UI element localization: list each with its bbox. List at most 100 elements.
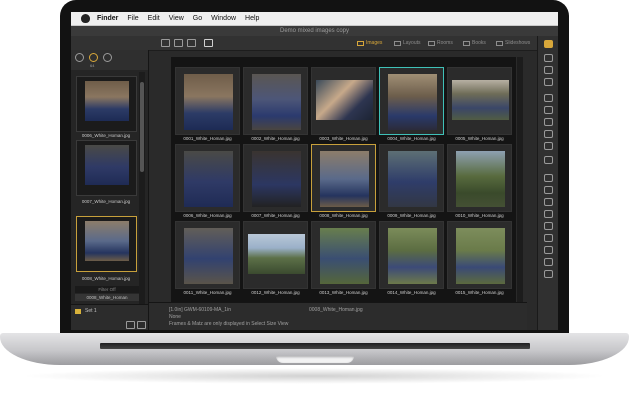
arrow-icon[interactable] [544, 222, 553, 230]
laptop-keyboard-edge [100, 343, 530, 349]
filter-toggle[interactable]: Filter Off [75, 286, 139, 293]
image-caption: 0014_White_Homan.jpg [387, 290, 436, 295]
shape-icon[interactable] [544, 234, 553, 242]
set-label: Set 1 [85, 308, 97, 314]
menu-file[interactable]: File [127, 15, 138, 22]
set-folder-icon [75, 308, 81, 314]
grid-item-1[interactable]: 0001_White_Homan.jpg [175, 67, 240, 144]
camera-icon[interactable] [544, 198, 553, 206]
image-frame [447, 67, 512, 135]
image-thumbnail [252, 74, 301, 130]
menu-go[interactable]: Go [193, 15, 202, 22]
layouts-tab-icon [394, 41, 401, 46]
left-scroll-thumb[interactable] [140, 82, 144, 172]
grid-item-12[interactable]: 0012_White_Homan.jpg [243, 221, 308, 298]
left-scrollbar[interactable] [139, 72, 145, 312]
image-thumbnail [184, 151, 233, 207]
rotate-icon[interactable] [544, 78, 553, 86]
side-caption-2: 0007_White_Homan.jpg [81, 199, 131, 204]
frame-icon[interactable] [204, 39, 213, 47]
image-caption: 0002_White_Homan.jpg [251, 136, 300, 141]
grid-item-4[interactable]: 0004_White_Homan.jpg [379, 67, 444, 144]
tab-layouts[interactable]: Layouts [394, 39, 421, 48]
side-photo-2 [85, 145, 129, 185]
image-caption: 0007_White_Homan.jpg [251, 213, 300, 218]
apple-icon[interactable] [81, 14, 90, 23]
side-thumbnail-2[interactable] [76, 140, 137, 196]
add-set-icon[interactable] [126, 321, 135, 329]
grid-item-8[interactable]: 0008_White_Homan.jpg [311, 144, 376, 221]
menu-view[interactable]: View [169, 15, 184, 22]
grid-scrollbar[interactable] [517, 57, 523, 302]
side-thumbnail-1[interactable] [76, 76, 137, 132]
layers-icon[interactable] [544, 156, 553, 164]
trash-icon[interactable] [137, 321, 146, 329]
export-icon[interactable] [187, 39, 196, 47]
grid-item-2[interactable]: 0002_White_Homan.jpg [243, 67, 308, 144]
slideshows-tab-icon [496, 41, 503, 46]
curve-icon[interactable] [544, 106, 553, 114]
grid-item-3[interactable]: 0003_White_Homan.jpg [311, 67, 376, 144]
image-count: 64 [90, 63, 95, 68]
menu-window[interactable]: Window [211, 15, 236, 22]
text-icon[interactable] [544, 186, 553, 194]
grid-item-5[interactable]: 0005_White_Homan.jpg [447, 67, 512, 144]
brush-icon[interactable] [544, 94, 553, 102]
image-frame [379, 67, 444, 135]
image-thumbnail [252, 151, 301, 207]
image-caption: 0004_White_Homan.jpg [387, 136, 436, 141]
current-image-name: 0008_White_Homan [75, 294, 139, 301]
grid-item-15[interactable]: 0015_White_Homan.jpg [447, 221, 512, 298]
grid-view-icon[interactable] [544, 40, 553, 48]
image-thumbnail [388, 228, 437, 284]
window-title: Demo mixed images copy [71, 26, 558, 36]
adjust-icon[interactable] [544, 66, 553, 74]
laptop-shadow [20, 368, 609, 384]
print-icon[interactable] [544, 210, 553, 218]
retouch-icon[interactable] [544, 118, 553, 126]
tab-images[interactable]: Images [357, 39, 382, 48]
grid-item-7[interactable]: 0007_White_Homan.jpg [243, 144, 308, 221]
image-caption: 0005_White_Homan.jpg [455, 136, 504, 141]
info-bar: [1.0in] GWM-60109-MA_1in 0008_White_Homa… [149, 302, 527, 330]
image-frame [379, 221, 444, 289]
grid-item-11[interactable]: 0011_White_Homan.jpg [175, 221, 240, 298]
image-thumbnail [388, 74, 437, 130]
frames-icon[interactable] [544, 174, 553, 182]
rooms-tab-icon [428, 41, 435, 46]
image-caption: 0015_White_Homan.jpg [455, 290, 504, 295]
grid-item-13[interactable]: 0013_White_Homan.jpg [311, 221, 376, 298]
mail-icon[interactable] [161, 39, 170, 47]
image-frame [311, 221, 376, 289]
side-thumbnail-3[interactable] [76, 216, 137, 272]
color-icon[interactable] [544, 142, 553, 150]
image-frame [379, 144, 444, 212]
tab-rooms[interactable]: Rooms [428, 39, 453, 48]
face-icon[interactable] [544, 246, 553, 254]
tab-layouts-label: Layouts [403, 40, 421, 46]
selected-view-icon[interactable] [89, 53, 98, 62]
crop-icon[interactable] [544, 54, 553, 62]
star-icon[interactable] [544, 270, 553, 278]
info-size-label: [1.0in] GWM-60109-MA_1in [169, 307, 231, 313]
view-mode-icon[interactable] [75, 53, 84, 62]
left-panel: 64 0006_White_Homan.jpg 0007_White_Homan… [71, 50, 149, 330]
share-icon[interactable] [174, 39, 183, 47]
tab-rooms-label: Rooms [437, 40, 453, 46]
grid-item-14[interactable]: 0014_White_Homan.jpg [379, 221, 444, 298]
sharpen-icon[interactable] [544, 130, 553, 138]
settings-icon[interactable] [103, 53, 112, 62]
smile-icon[interactable] [544, 258, 553, 266]
tab-slideshows[interactable]: Slideshows [496, 39, 530, 48]
menu-edit[interactable]: Edit [148, 15, 160, 22]
grid-item-10[interactable]: 0010_White_Homan.jpg [447, 144, 512, 221]
set-item[interactable]: Set 1 [75, 308, 97, 314]
tab-books[interactable]: Books [463, 39, 486, 48]
menu-help[interactable]: Help [245, 15, 259, 22]
menu-app-name[interactable]: Finder [97, 15, 118, 22]
image-caption: 0009_White_Homan.jpg [387, 213, 436, 218]
grid-item-9[interactable]: 0009_White_Homan.jpg [379, 144, 444, 221]
image-thumbnail [388, 151, 437, 207]
grid-item-6[interactable]: 0006_White_Homan.jpg [175, 144, 240, 221]
image-frame [447, 221, 512, 289]
